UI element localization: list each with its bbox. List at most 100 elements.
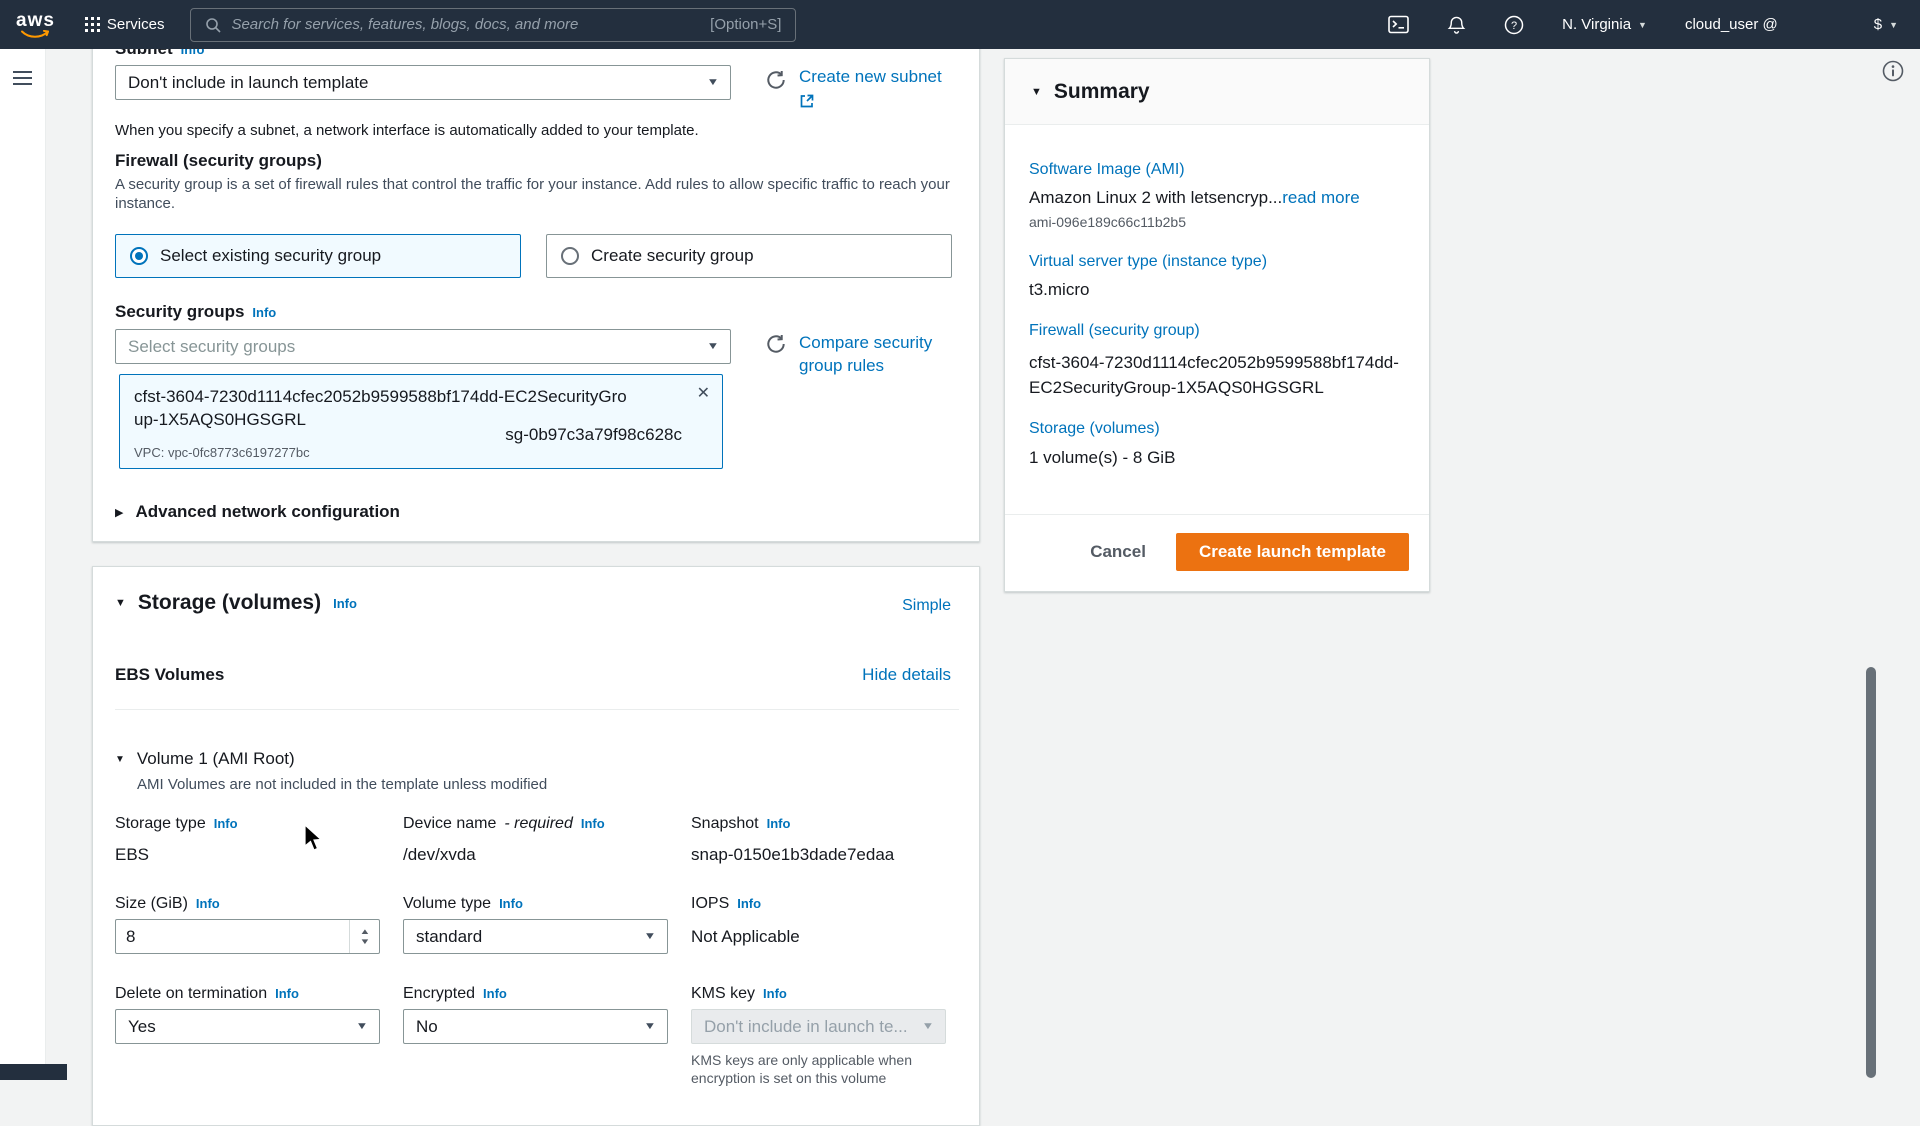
- info-panel-toggle[interactable]: [1882, 60, 1904, 85]
- size-input[interactable]: [116, 920, 349, 953]
- storage-type-value: EBS: [115, 845, 149, 865]
- aws-logo[interactable]: aws: [16, 11, 55, 39]
- security-groups-placeholder: Select security groups: [128, 337, 295, 357]
- delete-info-link[interactable]: Info: [275, 986, 299, 1001]
- summary-ami-link[interactable]: Software Image (AMI): [1029, 161, 1185, 179]
- aws-logo-text: aws: [16, 11, 55, 30]
- volume-type-info-link[interactable]: Info: [499, 896, 523, 911]
- delete-on-termination-select[interactable]: Yes ▼: [115, 1009, 380, 1044]
- advanced-network-label: Advanced network configuration: [135, 502, 399, 522]
- aws-console-navbar: aws Services [Option+S]: [0, 0, 1920, 49]
- help-button[interactable]: ?: [1504, 15, 1524, 35]
- device-required-flag: - required: [504, 815, 572, 833]
- security-group-id: sg-0b97c3a79f98c628c: [505, 425, 682, 445]
- ebs-divider: [115, 709, 959, 710]
- size-field-label: Size (GiB) Info: [115, 895, 220, 913]
- cloudshell-button[interactable]: [1388, 15, 1409, 34]
- radio-selected-icon: [130, 247, 148, 265]
- summary-instance-type-value: t3.micro: [1029, 280, 1089, 300]
- region-selector[interactable]: N. Virginia ▼: [1562, 16, 1647, 33]
- extra-menu[interactable]: $ ▼: [1874, 16, 1898, 33]
- services-grid-icon: [85, 17, 100, 32]
- storage-mode-toggle[interactable]: Simple: [902, 597, 951, 615]
- security-groups-info-link[interactable]: Info: [252, 305, 276, 320]
- volume-type-value: standard: [416, 927, 482, 947]
- iops-field-label: IOPS Info: [691, 895, 761, 913]
- storage-type-info-link[interactable]: Info: [214, 816, 238, 831]
- delete-on-termination-value: Yes: [128, 1017, 156, 1037]
- radio-unselected-icon: [561, 247, 579, 265]
- create-new-subnet[interactable]: Create new subnet: [799, 67, 942, 109]
- ebs-volumes-title: EBS Volumes: [115, 665, 224, 685]
- volume-1-expander[interactable]: ▼ Volume 1 (AMI Root): [115, 749, 295, 769]
- side-nav-rail: [0, 49, 46, 1080]
- create-new-subnet-link[interactable]: Create new subnet: [799, 67, 942, 87]
- create-launch-template-button[interactable]: Create launch template: [1176, 533, 1409, 571]
- services-label: Services: [107, 16, 165, 33]
- search-input[interactable]: [231, 16, 700, 33]
- storage-section-title: Storage (volumes): [138, 591, 321, 615]
- subnet-select[interactable]: Don't include in launch template ▼: [115, 65, 731, 100]
- stepper-down-icon[interactable]: ▼: [359, 938, 370, 946]
- close-icon[interactable]: ✕: [697, 383, 710, 403]
- storage-info-link[interactable]: Info: [333, 596, 357, 611]
- encrypted-info-link[interactable]: Info: [483, 986, 507, 1001]
- cancel-button[interactable]: Cancel: [1090, 542, 1146, 562]
- existing-option-label: Select existing security group: [160, 246, 381, 266]
- notifications-button[interactable]: [1447, 15, 1466, 35]
- device-name-info-link[interactable]: Info: [581, 816, 605, 831]
- account-menu[interactable]: cloud_user @: [1685, 16, 1778, 33]
- size-info-link[interactable]: Info: [196, 896, 220, 911]
- storage-section-header[interactable]: ▼ Storage (volumes) Info: [115, 591, 357, 615]
- external-link-icon: [799, 93, 815, 109]
- chevron-down-icon: ▼: [356, 1021, 369, 1032]
- volume-type-select[interactable]: standard ▼: [403, 919, 668, 954]
- read-more-link[interactable]: read more: [1282, 188, 1359, 207]
- summary-ami-id: ami-096e189c66c11b2b5: [1029, 214, 1186, 230]
- iops-info-link[interactable]: Info: [737, 896, 761, 911]
- kms-info-link[interactable]: Info: [763, 986, 787, 1001]
- security-groups-select[interactable]: Select security groups ▼: [115, 329, 731, 364]
- encrypted-value: No: [416, 1017, 438, 1037]
- chevron-down-icon: ▼: [707, 341, 720, 352]
- summary-firewall-value: cfst-3604-7230d1114cfec2052b9599588bf174…: [1029, 350, 1401, 400]
- create-security-group-option[interactable]: Create security group: [546, 234, 952, 278]
- refresh-subnets-button[interactable]: [765, 69, 787, 91]
- snapshot-value: snap-0150e1b3dade7edaa: [691, 845, 894, 865]
- menu-icon[interactable]: [13, 67, 32, 89]
- summary-storage-link[interactable]: Storage (volumes): [1029, 420, 1160, 438]
- select-existing-security-group-option[interactable]: Select existing security group: [115, 234, 521, 278]
- kms-key-note: KMS keys are only applicable when encryp…: [691, 1051, 946, 1087]
- refresh-security-groups-button[interactable]: [765, 333, 787, 355]
- services-menu[interactable]: Services: [85, 16, 165, 33]
- device-name-field-label: Device name - required Info: [403, 815, 605, 833]
- footer-bar-fragment: [0, 1064, 67, 1080]
- stepper-up-icon[interactable]: ▲: [359, 928, 370, 936]
- summary-header[interactable]: ▼ Summary: [1005, 59, 1429, 125]
- chevron-down-icon: ▼: [1638, 20, 1647, 30]
- page-scrollbar[interactable]: [1866, 667, 1876, 1078]
- search-shortcut: [Option+S]: [710, 16, 781, 33]
- summary-footer: Cancel Create launch template: [1090, 533, 1409, 571]
- kms-key-value: Don't include in launch te...: [704, 1017, 908, 1037]
- hide-details-link[interactable]: Hide details: [862, 665, 951, 685]
- storage-type-field-label: Storage type Info: [115, 815, 238, 833]
- snapshot-field-label: Snapshot Info: [691, 815, 790, 833]
- summary-firewall-link[interactable]: Firewall (security group): [1029, 322, 1200, 340]
- subnet-select-value: Don't include in launch template: [128, 73, 368, 93]
- search-bar[interactable]: [Option+S]: [190, 8, 796, 42]
- delete-on-termination-field-label: Delete on termination Info: [115, 985, 299, 1003]
- snapshot-info-link[interactable]: Info: [767, 816, 791, 831]
- summary-ami-text: Amazon Linux 2 with letsencryp...read mo…: [1029, 188, 1360, 208]
- encrypted-select[interactable]: No ▼: [403, 1009, 668, 1044]
- chevron-down-icon: ▼: [644, 1021, 657, 1032]
- size-stepper[interactable]: ▲ ▼: [349, 920, 379, 953]
- summary-instance-type-link[interactable]: Virtual server type (instance type): [1029, 253, 1267, 271]
- advanced-network-expander[interactable]: ▶ Advanced network configuration: [115, 502, 400, 522]
- account-label: cloud_user @: [1685, 16, 1778, 33]
- security-group-chip: cfst-3604-7230d1114cfec2052b9599588bf174…: [119, 374, 723, 469]
- compare-security-group-rules-link[interactable]: Compare security group rules: [799, 331, 941, 377]
- kms-key-select: Don't include in launch te... ▼: [691, 1009, 946, 1044]
- chevron-down-icon: ▼: [644, 931, 657, 942]
- summary-footer-divider: [1005, 514, 1429, 515]
